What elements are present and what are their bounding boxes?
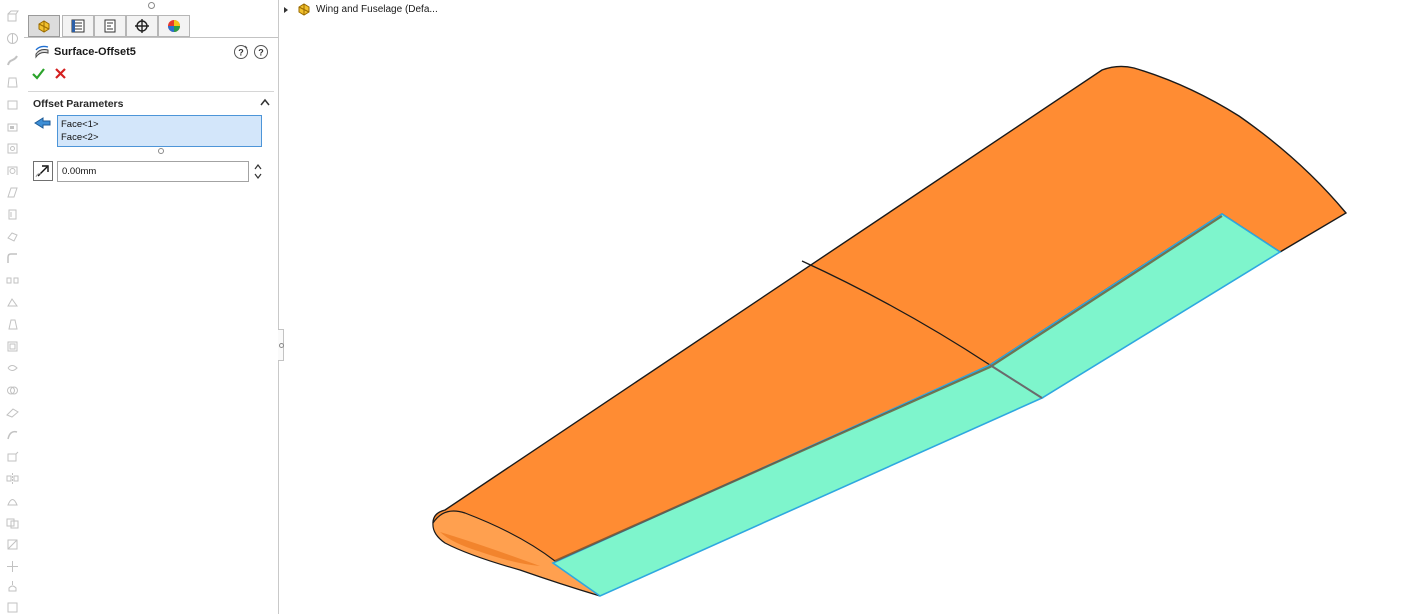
feature-tree-root[interactable]: Wing and Fuselage (Defa... bbox=[316, 4, 438, 15]
header-divider bbox=[28, 91, 274, 92]
dimxpert-icon bbox=[135, 19, 149, 33]
extrude-boss-icon[interactable] bbox=[6, 10, 19, 23]
hole-wizard-icon[interactable] bbox=[6, 142, 19, 155]
rib-icon[interactable] bbox=[6, 296, 19, 309]
featuremanager-icon bbox=[38, 20, 50, 33]
combine-icon[interactable] bbox=[6, 516, 19, 529]
linear-pattern-icon[interactable] bbox=[6, 274, 19, 287]
sweep-boss-icon[interactable] bbox=[6, 54, 19, 67]
reverse-direction-icon bbox=[35, 165, 49, 178]
tab-dimxpert[interactable] bbox=[126, 15, 158, 37]
tab-configurationmanager[interactable] bbox=[94, 15, 126, 37]
revolved-cut-icon[interactable] bbox=[6, 164, 19, 177]
ok-button[interactable] bbox=[31, 66, 46, 81]
panel-grip[interactable] bbox=[148, 2, 155, 9]
part-icon[interactable] bbox=[297, 2, 311, 16]
swept-cut-icon[interactable] bbox=[6, 186, 19, 199]
feature-title: Surface-Offset5 bbox=[54, 46, 136, 58]
shell-icon[interactable] bbox=[6, 340, 19, 353]
scale-icon[interactable] bbox=[6, 580, 19, 593]
tab-featuremanager[interactable] bbox=[28, 15, 60, 37]
command-toolbar bbox=[0, 0, 24, 614]
reference-geometry-icon[interactable] bbox=[6, 406, 19, 419]
instant3d-icon[interactable] bbox=[6, 450, 19, 463]
reverse-direction-button[interactable] bbox=[33, 161, 53, 181]
distance-spinner[interactable] bbox=[253, 161, 263, 182]
section-title: Offset Parameters bbox=[33, 98, 124, 110]
revolve-boss-icon[interactable] bbox=[6, 32, 19, 45]
svg-text:?: ? bbox=[238, 48, 244, 58]
curves-icon[interactable] bbox=[6, 428, 19, 441]
cancel-button[interactable] bbox=[54, 67, 67, 80]
loft-boss-icon[interactable] bbox=[6, 76, 19, 89]
fillet-icon[interactable] bbox=[6, 252, 19, 265]
help-icon[interactable]: ? bbox=[233, 44, 249, 60]
svg-text:?: ? bbox=[258, 48, 264, 58]
wing-top-surface[interactable] bbox=[432, 65, 1348, 567]
list-resize-grip[interactable] bbox=[158, 148, 164, 154]
faces-selection-list[interactable]: Face<1> Face<2> bbox=[57, 115, 262, 147]
configurationmanager-icon bbox=[104, 19, 116, 33]
wing-model[interactable] bbox=[284, 18, 1424, 614]
wrap-icon[interactable] bbox=[6, 362, 19, 375]
delete-body-icon[interactable] bbox=[6, 600, 19, 613]
question-icon[interactable]: ? bbox=[253, 44, 269, 60]
display-manager-icon bbox=[168, 20, 180, 32]
propertymanager-icon bbox=[71, 19, 85, 33]
move-copy-icon[interactable] bbox=[6, 560, 19, 573]
lofted-cut-icon[interactable] bbox=[6, 208, 19, 221]
intersect-icon[interactable] bbox=[6, 384, 19, 397]
extruded-cut-icon[interactable] bbox=[6, 120, 19, 133]
property-manager-panel: Surface-Offset5 ? ? Offset Parameters Fa… bbox=[24, 0, 279, 614]
face-item[interactable]: Face<1> bbox=[61, 118, 261, 131]
graphics-viewport[interactable] bbox=[284, 18, 1424, 614]
tab-display-manager[interactable] bbox=[158, 15, 190, 37]
face-item[interactable]: Face<2> bbox=[61, 131, 261, 144]
offset-distance-input[interactable] bbox=[57, 161, 249, 182]
boundary-boss-icon[interactable] bbox=[6, 98, 19, 111]
mirror-icon[interactable] bbox=[6, 472, 19, 485]
face-selection-icon bbox=[34, 117, 51, 129]
surface-offset-icon bbox=[35, 45, 49, 59]
draft-icon[interactable] bbox=[6, 318, 19, 331]
boundary-cut-icon[interactable] bbox=[6, 230, 19, 243]
split-icon[interactable] bbox=[6, 538, 19, 551]
chevron-up-icon[interactable] bbox=[259, 97, 271, 107]
expand-arrow-icon[interactable] bbox=[283, 6, 289, 14]
tab-propertymanager[interactable] bbox=[62, 15, 94, 37]
tab-divider bbox=[24, 37, 278, 38]
dome-icon[interactable] bbox=[6, 494, 19, 507]
